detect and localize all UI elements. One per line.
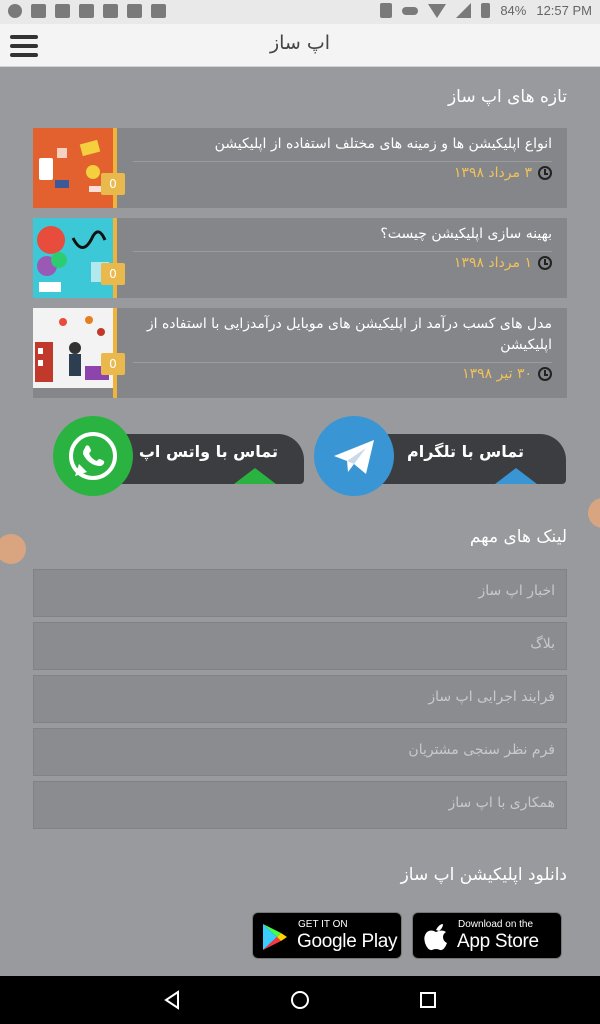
battery-icon: [481, 3, 491, 18]
system-icons: 84% 12:57 PM: [380, 3, 592, 18]
comment-count-badge: 0: [101, 353, 125, 375]
news-thumbnail: [33, 218, 113, 298]
camera-bubble-icon[interactable]: [0, 534, 26, 564]
triangle-accent: [495, 468, 537, 484]
cleaner-icon: [127, 4, 142, 18]
news-card[interactable]: 0 بهینه سازی اپلیکیشن چیست؟ ۱ مرداد ۱۳۹۸: [33, 218, 567, 298]
news-card[interactable]: 0 مدل های کسب درآمد از اپلیکیشن های موبا…: [33, 308, 567, 398]
news-card[interactable]: 0 انواع اپلیکیشن ها و زمینه های مختلف اس…: [33, 128, 567, 208]
telegram-contact-label: تماس با تلگرام: [407, 442, 524, 461]
news-date: ۳۰ تیر ۱۳۹۸: [462, 366, 532, 382]
google-play-icon: [263, 924, 287, 950]
image-icon: [103, 4, 118, 18]
news-title: بهینه سازی اپلیکیشن چیست؟: [133, 224, 552, 252]
news-thumbnail: [33, 128, 113, 208]
news-title: مدل های کسب درآمد از اپلیکیشن های موبایل…: [133, 314, 552, 363]
clock-icon: [538, 367, 552, 381]
whatsapp-icon[interactable]: [53, 416, 133, 496]
apple-icon: [424, 924, 447, 951]
link-item[interactable]: اخبار اپ ساز: [33, 569, 567, 617]
news-date: ۱ مرداد ۱۳۹۸: [453, 255, 532, 271]
side-bubble-icon[interactable]: [588, 498, 600, 528]
back-icon[interactable]: [142, 976, 202, 1024]
download-icon: [55, 4, 70, 18]
wifi-icon: [428, 3, 447, 18]
vibrate-icon: [380, 3, 393, 18]
google-play-small-text: GET IT ON: [298, 919, 348, 930]
link-item[interactable]: همکاری با اپ ساز: [33, 781, 567, 829]
news-title: انواع اپلیکیشن ها و زمینه های مختلف استف…: [133, 134, 552, 162]
download-heading: دانلود اپلیکیشن اپ ساز: [400, 865, 567, 885]
telegram-icon[interactable]: [314, 416, 394, 496]
news-thumbnail: [33, 308, 113, 388]
vpn-key-icon: [402, 6, 419, 15]
clock-time: 12:57 PM: [536, 3, 592, 18]
whatsapp-contact-label: تماس با واتس اپ: [138, 442, 278, 461]
news-date: ۳ مرداد ۱۳۹۸: [453, 165, 532, 181]
app-store-badge[interactable]: Download on the App Store: [412, 912, 562, 959]
clock-icon: [538, 166, 552, 180]
recents-icon[interactable]: [398, 976, 458, 1024]
signal-icon: [456, 3, 472, 18]
home-icon[interactable]: [270, 976, 330, 1024]
news-heading: تازه های اپ ساز: [447, 87, 567, 107]
links-heading: لینک های مهم: [469, 527, 567, 547]
app-store-small-text: Download on the: [458, 919, 534, 930]
battery-percent: 84%: [500, 3, 527, 18]
app-store-big-text: App Store: [457, 931, 539, 952]
notification-icons: [8, 4, 166, 18]
google-play-badge[interactable]: GET IT ON Google Play: [252, 912, 402, 959]
comment-count-badge: 0: [101, 263, 125, 285]
clock-icon: [538, 256, 552, 270]
app-bar: اپ ساز: [0, 24, 600, 67]
navigation-bar: [0, 976, 600, 1024]
video-icon: [79, 4, 94, 18]
page-title: اپ ساز: [269, 32, 331, 54]
comment-count-badge: 0: [101, 173, 125, 195]
status-bar: 84% 12:57 PM: [0, 0, 600, 24]
google-play-big-text: Google Play: [297, 931, 398, 952]
link-item[interactable]: فرایند اجرایی اپ ساز: [33, 675, 567, 723]
video-record-icon: [151, 4, 166, 18]
link-item[interactable]: بلاگ: [33, 622, 567, 670]
mail-icon: [31, 4, 46, 18]
link-item[interactable]: فرم نظر سنجی مشتریان: [33, 728, 567, 776]
sync-icon: [8, 4, 22, 18]
triangle-accent: [234, 468, 276, 484]
